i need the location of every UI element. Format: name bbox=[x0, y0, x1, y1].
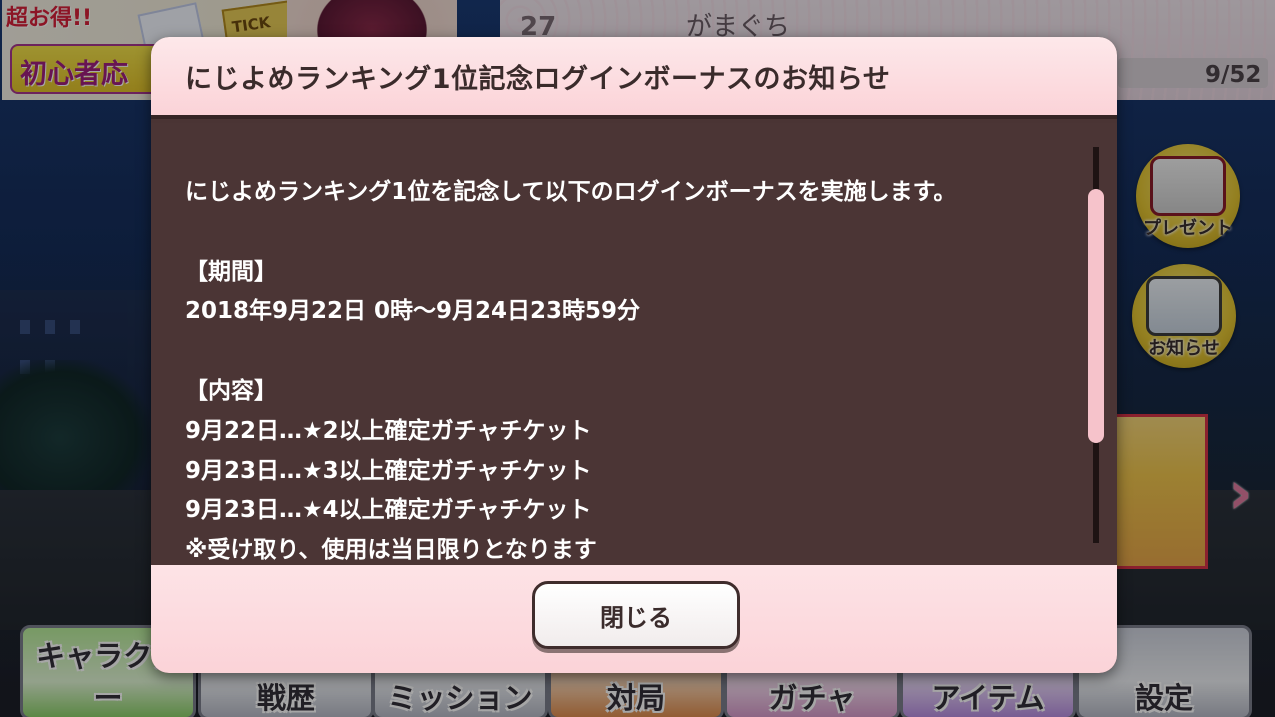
dialog-title: にじよめランキング1位記念ログインボーナスのお知らせ bbox=[185, 64, 891, 95]
notice-line bbox=[185, 332, 1085, 372]
notice-line: にじよめランキング1位を記念して以下のログインボーナスを実施します。 bbox=[185, 179, 957, 205]
dialog-body[interactable]: にじよめランキング1位を記念して以下のログインボーナスを実施します。 【期間】 … bbox=[151, 123, 1117, 565]
notice-line: 9月23日…★4以上確定ガチャチケット bbox=[185, 497, 592, 524]
dialog-footer: 閉じる bbox=[151, 565, 1117, 673]
notice-line: 9月23日…★3以上確定ガチャチケット bbox=[185, 457, 592, 484]
notice-line: 9月22日…★2以上確定ガチャチケット bbox=[185, 417, 592, 444]
notice-line bbox=[185, 213, 1085, 253]
notice-line: ※受け取り、使用は当日限りとなります bbox=[185, 537, 597, 564]
scrollbar-thumb[interactable] bbox=[1088, 189, 1104, 443]
notice-text: にじよめランキング1位を記念して以下のログインボーナスを実施します。 【期間】 … bbox=[185, 173, 1085, 565]
notice-line: 【内容】 bbox=[185, 377, 277, 404]
dialog-header: にじよめランキング1位記念ログインボーナスのお知らせ bbox=[151, 37, 1117, 119]
notice-line: 【期間】 bbox=[185, 258, 277, 285]
notice-dialog: にじよめランキング1位記念ログインボーナスのお知らせ にじよめランキング1位を記… bbox=[151, 37, 1117, 673]
close-button[interactable]: 閉じる bbox=[532, 581, 740, 649]
notice-line: 2018年9月22日 0時〜9月24日23時59分 bbox=[185, 298, 641, 325]
